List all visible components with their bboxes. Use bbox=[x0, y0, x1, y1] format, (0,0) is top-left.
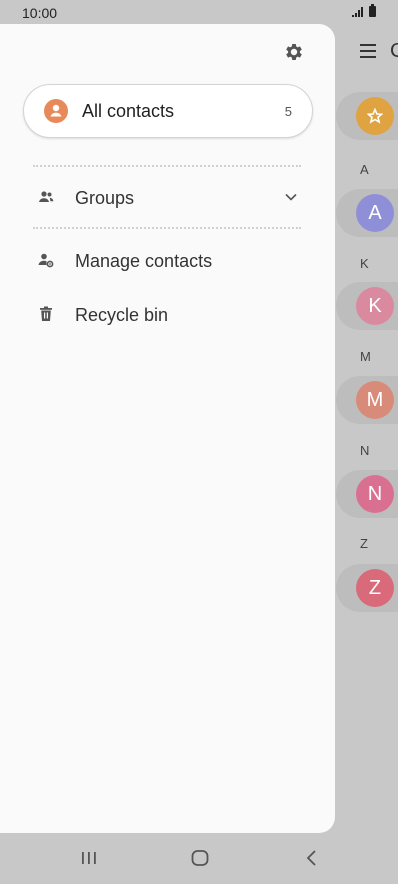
contact-row[interactable]: K bbox=[336, 282, 398, 330]
home-icon[interactable] bbox=[188, 846, 212, 870]
navigation-bar bbox=[0, 834, 398, 884]
navigation-drawer: All contacts 5 Groups Manage contacts Re… bbox=[0, 24, 335, 833]
trash-icon bbox=[40, 306, 52, 321]
avatar: A bbox=[356, 194, 394, 232]
background-header-text: C bbox=[390, 40, 398, 62]
star-icon bbox=[356, 97, 394, 135]
recycle-bin-item[interactable]: Recycle bin bbox=[0, 293, 335, 337]
contact-row[interactable]: N bbox=[336, 470, 398, 518]
recent-apps-icon[interactable] bbox=[77, 846, 101, 870]
divider bbox=[33, 165, 301, 167]
manage-contacts-icon bbox=[38, 253, 54, 268]
screen-top-edge bbox=[0, 0, 398, 26]
settings-gear-icon[interactable] bbox=[283, 41, 305, 63]
contact-row[interactable]: A bbox=[336, 189, 398, 237]
groups-icon bbox=[39, 191, 54, 202]
section-letter: N bbox=[360, 443, 370, 458]
manage-contacts-item[interactable]: Manage contacts bbox=[0, 239, 335, 283]
section-letter: K bbox=[360, 256, 369, 271]
menu-icon[interactable] bbox=[360, 44, 376, 58]
chevron-down-icon[interactable] bbox=[284, 190, 298, 204]
all-contacts-label: All contacts bbox=[82, 101, 175, 121]
section-letter: Z bbox=[360, 536, 368, 551]
section-letter: M bbox=[360, 349, 371, 364]
background-contacts-list: C A A K K M M N N Z Z bbox=[336, 24, 398, 834]
manage-contacts-label: Manage contacts bbox=[75, 251, 213, 271]
back-icon[interactable] bbox=[300, 846, 324, 870]
section-letter: A bbox=[360, 162, 369, 177]
contact-row[interactable]: M bbox=[336, 376, 398, 424]
all-contacts-button[interactable]: All contacts 5 bbox=[23, 84, 313, 138]
divider bbox=[33, 227, 301, 229]
contacts-count: 5 bbox=[284, 104, 292, 119]
avatar: N bbox=[356, 475, 394, 513]
contact-row[interactable]: Z bbox=[336, 564, 398, 612]
avatar: M bbox=[356, 381, 394, 419]
groups-label: Groups bbox=[75, 188, 135, 208]
recycle-bin-label: Recycle bin bbox=[75, 305, 169, 325]
person-icon bbox=[44, 99, 68, 123]
avatar: K bbox=[356, 287, 394, 325]
groups-item[interactable]: Groups bbox=[0, 176, 335, 220]
avatar: Z bbox=[356, 569, 394, 607]
favorites-row[interactable] bbox=[336, 92, 398, 140]
